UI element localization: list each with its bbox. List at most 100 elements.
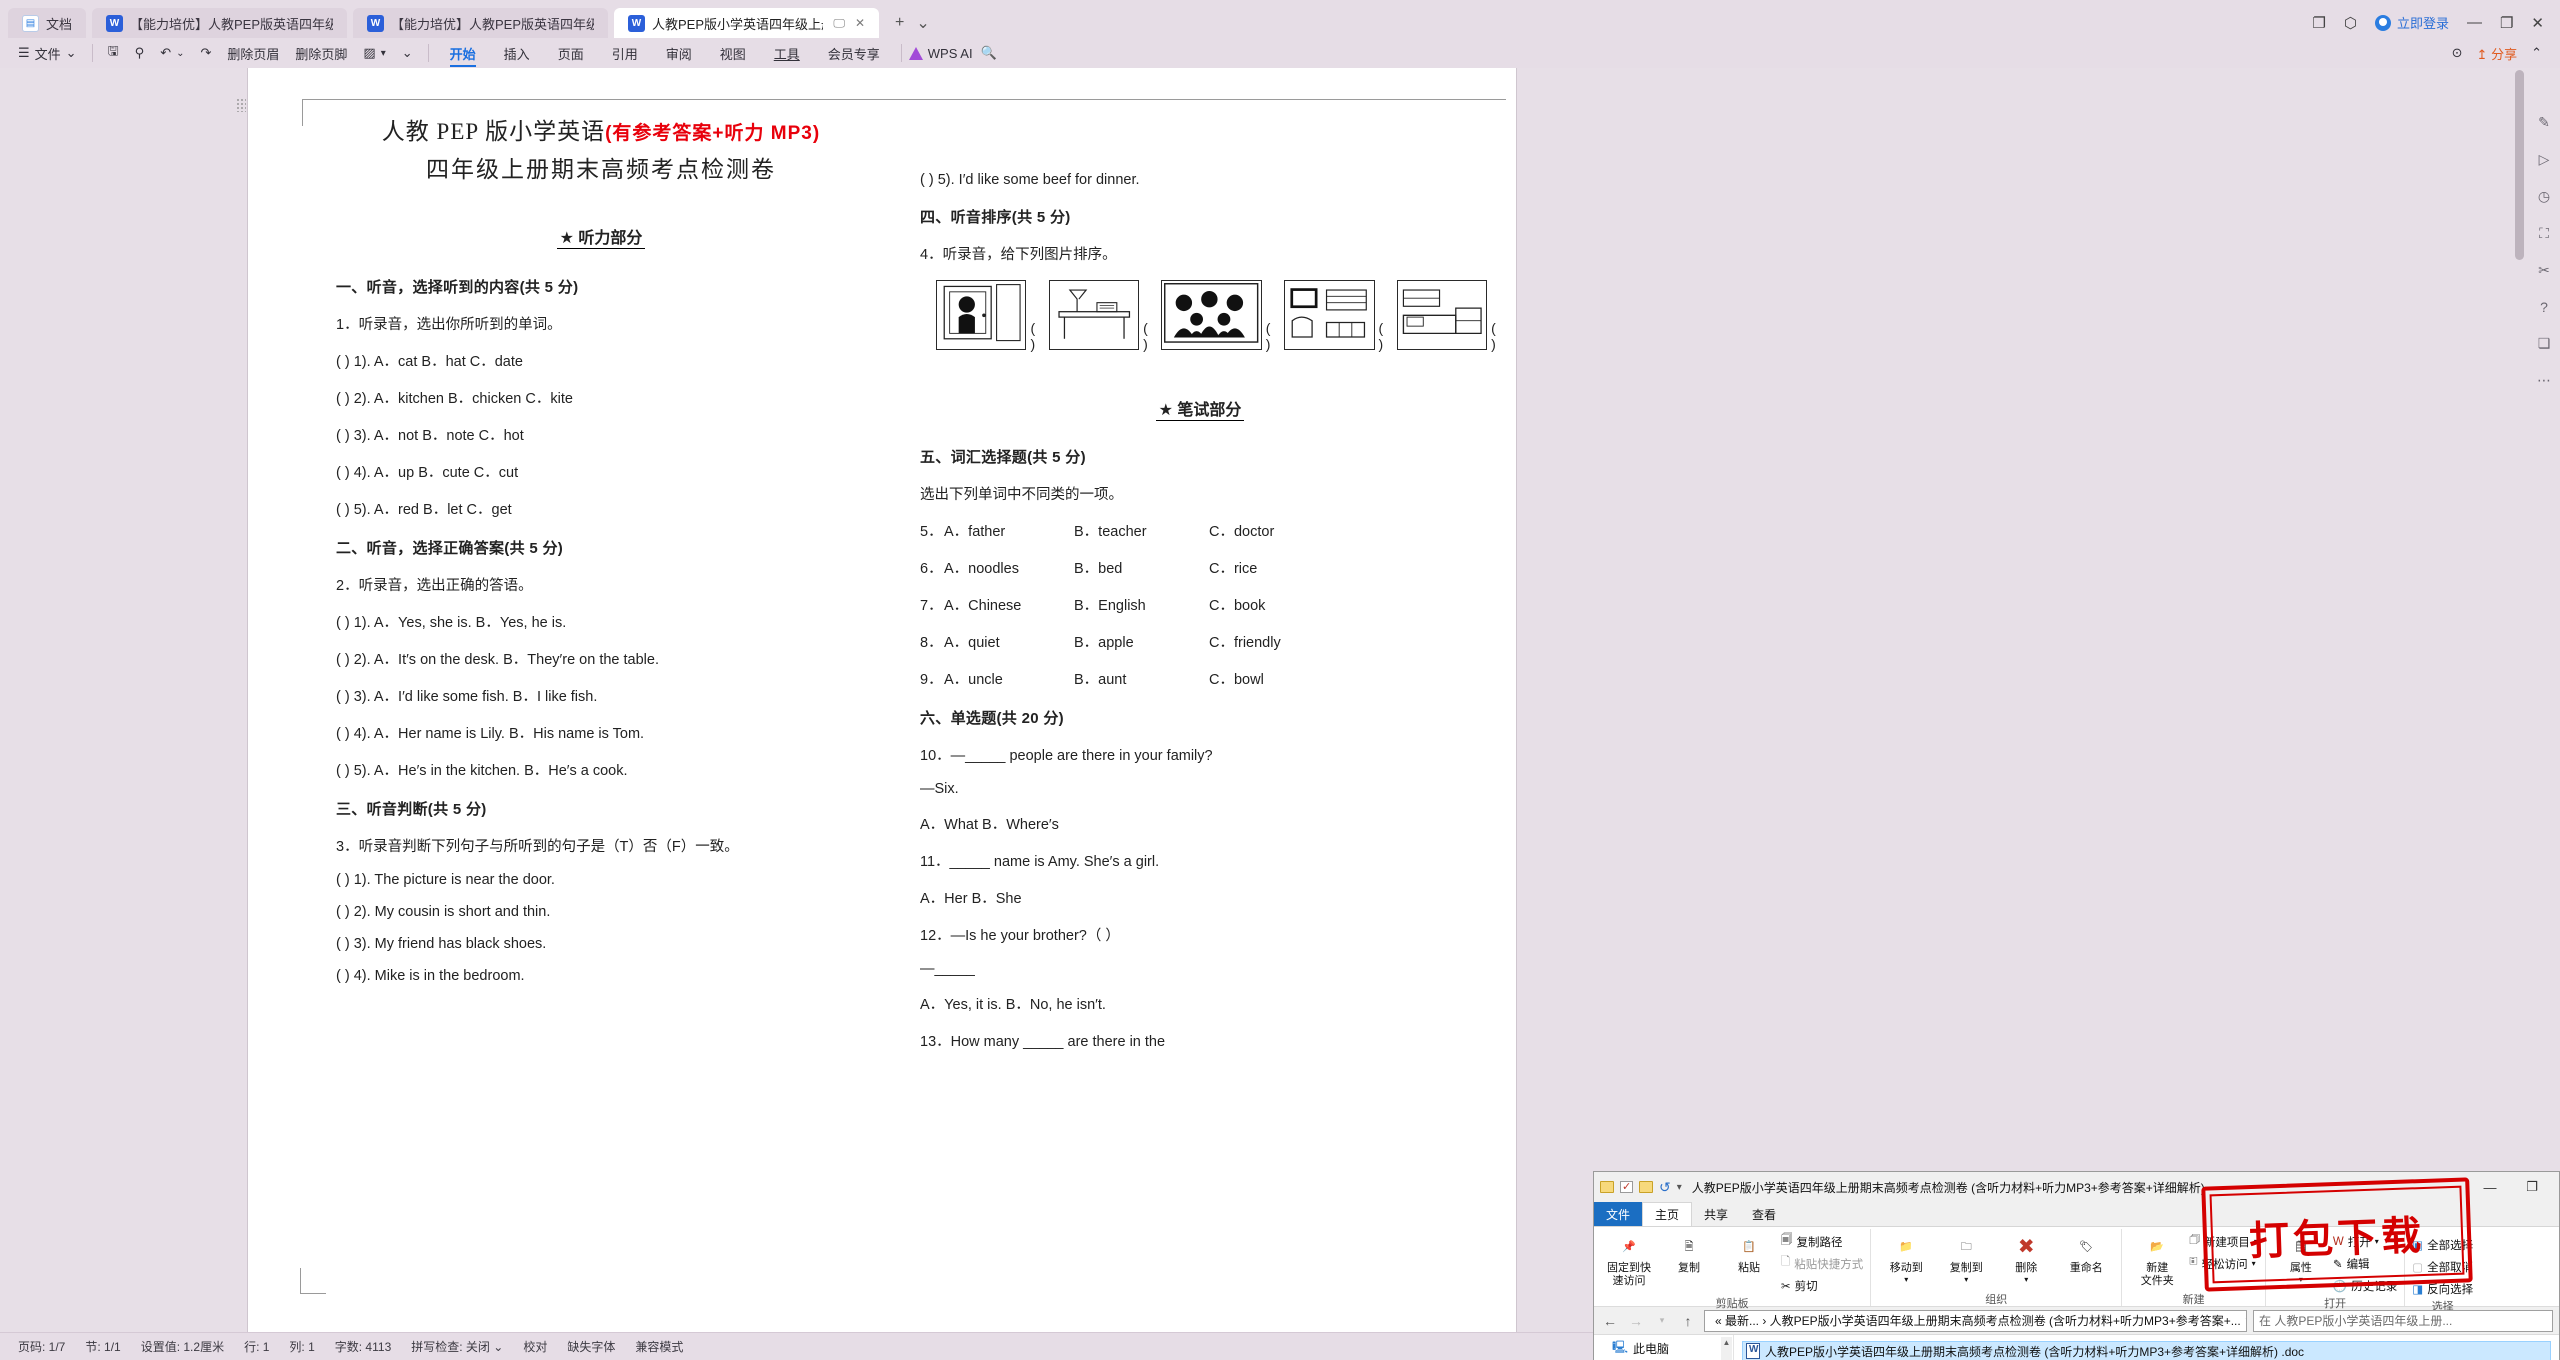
login-button[interactable]: 立即登录 [2374,13,2449,32]
tab-tools[interactable]: 工具 [760,39,814,67]
move-to-dropdown-icon[interactable]: ▾ [1904,1275,1908,1284]
cube-icon[interactable]: ⬡ [2344,14,2357,32]
vocab-option-c: C．rice [1209,561,1258,577]
status-section[interactable]: 节: 1/1 [75,1338,130,1355]
vocab-option-c: C．book [1209,598,1266,614]
delete-dropdown-icon[interactable]: ▾ [2024,1275,2028,1284]
collapse-ribbon-icon[interactable]: ⌃ [2531,45,2542,61]
forward-icon[interactable]: → [1626,1313,1646,1329]
tab-home[interactable]: ▤ 文档 [8,8,87,38]
explorer-search-input[interactable]: 在 人教PEP版小学英语四年级上册... [2253,1309,2553,1332]
status-spellcheck[interactable]: 拼写检查: 关闭 ⌄ [401,1338,513,1355]
properties-quick-icon[interactable] [1620,1180,1633,1193]
navigation-scrollbar[interactable]: ▲ ▼ [1721,1337,1732,1360]
status-missing-font[interactable]: 缺失字体 [557,1338,625,1355]
back-icon[interactable]: ← [1600,1313,1620,1329]
new-folder-button[interactable]: 📂 新建 文件夹 [2127,1229,2187,1287]
nav-item-computer[interactable]: 🖳 此电脑 [1594,1339,1733,1358]
copy-button[interactable]: 🗎 复制 [1659,1229,1719,1275]
qat-dropdown-icon[interactable]: ▾ [1677,1182,1682,1193]
up-icon[interactable]: ↑ [1678,1313,1698,1329]
picture-1-caption: ( ) [1030,320,1036,352]
status-row[interactable]: 行: 1 [234,1338,279,1355]
explorer-tab-share[interactable]: 共享 [1692,1202,1740,1226]
address-dropdown-icon[interactable]: ▾ [2246,1315,2247,1326]
folder-quick-icon[interactable] [1600,1181,1614,1193]
delete-header-button[interactable]: 删除页眉 [219,40,287,66]
explorer-tab-file[interactable]: 文件 [1594,1202,1643,1226]
copy-to-dropdown-icon[interactable]: ▾ [1964,1275,1968,1284]
file-menu-button[interactable]: ☰ 文件 ⌄ [10,40,85,66]
status-col[interactable]: 列: 1 [279,1338,324,1355]
pin-to-quick-access-button[interactable]: 📌 固定到快 速访问 [1599,1229,1659,1287]
tab-reference[interactable]: 引用 [598,39,652,67]
scissors-icon[interactable]: ✂ [2538,262,2550,279]
status-page[interactable]: 页码: 1/7 [8,1338,75,1355]
help-circle-icon[interactable]: ? [2540,299,2548,315]
move-to-button[interactable]: 📁 移动到 ▾ [1876,1229,1936,1284]
redo-icon[interactable]: ↷ [192,40,219,66]
more-quick-icon[interactable]: ⌄ [394,40,421,66]
wps-ai-button[interactable]: WPS AI [908,46,973,61]
recent-locations-icon[interactable]: ▾ [1652,1315,1672,1326]
question-item: 13．How many _____ are there in the [920,1034,1166,1050]
cut-button[interactable]: ✂ 剪切 [1781,1276,1863,1295]
tab-view[interactable]: 视图 [706,39,760,67]
status-compat-mode[interactable]: 兼容模式 [625,1338,693,1355]
tab-document-2[interactable]: W 【能力培优】人教PEP版英语四年级上 [353,8,609,38]
minimize-button[interactable]: — [2467,14,2482,31]
paste-shortcut-button[interactable]: 🗋 粘贴快捷方式 [1781,1254,1863,1273]
scroll-up-icon[interactable]: ▲ [1721,1337,1732,1348]
more-rail-icon[interactable]: ⋯ [2537,372,2551,389]
cloud-sync-icon[interactable]: ⚲ [127,40,153,66]
document-scrollbar[interactable] [2515,70,2524,260]
question-item: ( ) 3). A．not B．note C．hot [336,428,524,444]
delete-button[interactable]: ✖ 删除 ▾ [1996,1229,2056,1284]
copy-rail-icon[interactable]: ❏ [2538,335,2551,352]
rename-button[interactable]: 🏷 重命名 [2056,1229,2116,1275]
written-section-header: ★ 笔试部分 [920,396,1480,421]
copy-to-button[interactable]: 🗀 复制到 ▾ [1936,1229,1996,1284]
address-input[interactable]: « 最新... › 人教PEP版小学英语四年级上册期末高频考点检测卷 (含听力材… [1704,1309,2247,1332]
explorer-minimize-button[interactable]: — [2469,1173,2511,1201]
tab-close-icon[interactable]: ✕ [855,16,865,30]
file-row[interactable]: 人教PEP版小学英语四年级上册期末高频考点检测卷 (含听力材料+听力MP3+参考… [1742,1341,2551,1360]
comment-icon[interactable]: ◷ [2538,188,2550,205]
status-word-count[interactable]: 字数: 4113 [325,1338,401,1355]
search-icon[interactable]: 🔍 [973,40,1005,66]
explorer-tab-view[interactable]: 查看 [1740,1202,1788,1226]
close-button[interactable]: ✕ [2531,14,2544,32]
paste-button[interactable]: 📋 粘贴 [1719,1229,1779,1275]
tab-insert[interactable]: 插入 [490,39,544,67]
tab-list-dropdown-icon[interactable]: ⌄ [916,13,929,33]
tab-start[interactable]: 开始 [436,39,490,67]
new-tab-button[interactable]: + [895,14,904,32]
share-button[interactable]: ↥ 分享 [2477,44,2518,63]
restore-button[interactable]: ❐ [2500,14,2513,32]
undo-icon[interactable]: ↶ ⌄ [152,40,192,66]
rename-icon: 🏷 [2079,1240,2094,1253]
help-icon[interactable]: ⊙ [2452,45,2463,61]
pen-icon[interactable]: ✎ [2538,114,2550,131]
ocr-icon[interactable]: ⛶ [2539,225,2549,242]
cursor-icon[interactable]: ▷ [2539,151,2550,168]
page-drag-handle[interactable] [236,98,246,112]
multi-window-icon[interactable]: ❐ [2312,14,2325,32]
explorer-restore-button[interactable]: ❐ [2511,1173,2553,1201]
save-icon[interactable]: 🖫 [100,40,127,66]
delete-footer-button[interactable]: 删除页脚 [287,40,355,66]
tab-document-1[interactable]: W 【能力培优】人教PEP版英语四年级上 [92,8,348,38]
copy-to-icon: 🗀 [1960,1240,1972,1253]
copy-path-button[interactable]: 🗐 复制路径 [1781,1232,1863,1251]
tab-review[interactable]: 审阅 [652,39,706,67]
highlight-icon[interactable]: ▨ ▾ [355,40,393,66]
explorer-tab-home[interactable]: 主页 [1642,1202,1693,1226]
new-folder-quick-icon[interactable] [1639,1181,1653,1193]
undo-quick-icon[interactable]: ↺ [1659,1179,1671,1196]
tab-member[interactable]: 会员专享 [814,39,894,67]
tab-page[interactable]: 页面 [544,39,598,67]
tab-document-3[interactable]: W 人教PEP版小学英语四年级上册 🖵 ✕ [614,8,880,38]
status-setting[interactable]: 设置值: 1.2厘米 [131,1338,234,1355]
tab-preview-icon[interactable]: 🖵 [833,16,845,31]
status-proof[interactable]: 校对 [513,1338,557,1355]
